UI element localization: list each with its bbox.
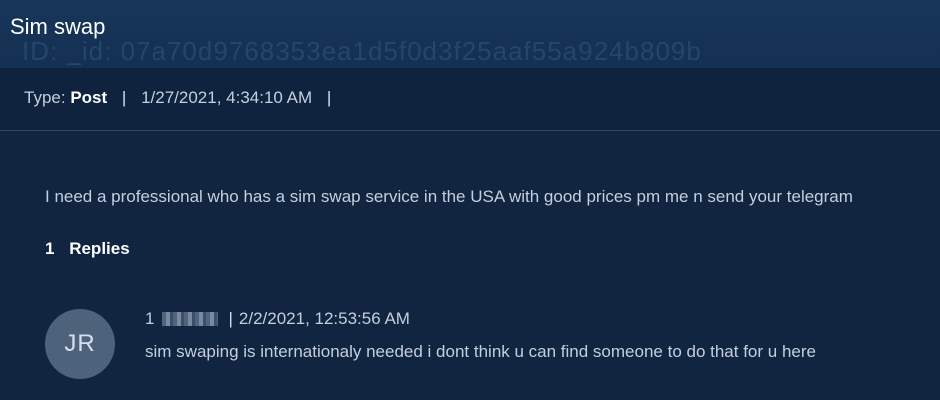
reply-meta: 1 | 2/2/2021, 12:53:56 AM — [145, 309, 410, 329]
post-title-bar: Sim swap ID: _id: 07a70d9768353ea1d5f0d3… — [0, 0, 940, 68]
avatar-initials: JR — [64, 330, 96, 357]
post-meta: Type: Post | 1/27/2021, 4:34:10 AM | — [24, 88, 341, 108]
avatar: JR — [45, 309, 115, 379]
replies-label: Replies — [69, 239, 130, 258]
redacted-username — [162, 312, 219, 326]
post-id-text: ID: _id: 07a70d9768353ea1d5f0d3f25aaf55a… — [22, 36, 702, 66]
replies-count: 1 — [45, 239, 55, 258]
meta-separator-end: | — [326, 88, 332, 107]
reply-index: 1 — [145, 309, 155, 328]
type-label: Type: — [24, 88, 66, 107]
type-value: Post — [70, 88, 108, 107]
reply-body: sim swaping is internationaly needed i d… — [145, 342, 816, 361]
post-timestamp: 1/27/2021, 4:34:10 AM — [141, 88, 313, 107]
reply-timestamp: 2/2/2021, 12:53:56 AM — [238, 309, 410, 328]
replies-heading: 1 Replies — [45, 239, 130, 259]
meta-separator: | — [121, 88, 127, 107]
post-body: I need a professional who has a sim swap… — [45, 187, 853, 206]
post-meta-row: Type: Post | 1/27/2021, 4:34:10 AM | — [0, 68, 940, 131]
reply-meta-separator: | — [228, 309, 233, 328]
